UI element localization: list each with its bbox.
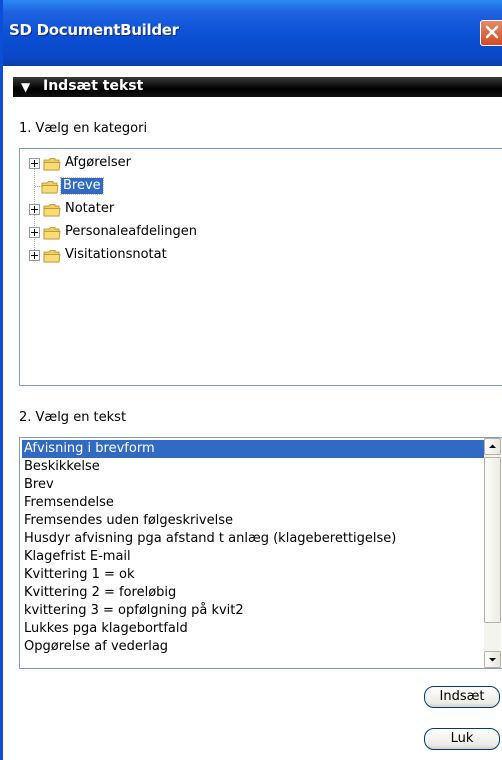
list-item[interactable]: Husdyr afvisning pga afstand t anlæg (kl… xyxy=(22,530,485,548)
scroll-down-button[interactable] xyxy=(484,651,501,668)
list-item[interactable]: Kvittering 2 = foreløbig xyxy=(22,584,485,602)
tree-item[interactable]: Breve xyxy=(29,177,104,195)
folder-icon xyxy=(43,248,61,263)
close-icon xyxy=(485,25,499,39)
list-item[interactable]: Brev xyxy=(22,476,485,494)
tree-item-label[interactable]: Breve xyxy=(60,177,104,195)
tree-item-label[interactable]: Personaleafdelingen xyxy=(63,224,199,240)
folder-icon xyxy=(41,179,59,194)
list-item[interactable]: Kvittering 1 = ok xyxy=(22,566,485,584)
expand-plus-icon[interactable] xyxy=(29,203,40,215)
list-item[interactable]: Fremsendes uden følgeskrivelse xyxy=(22,512,485,530)
insert-button[interactable]: Indsæt xyxy=(424,686,500,708)
list-item[interactable]: Fremsendelse xyxy=(22,494,485,512)
section-header-label: Indsæt tekst xyxy=(43,78,144,94)
list-item[interactable]: Lukkes pga klagebortfald xyxy=(22,620,485,638)
expand-plus-icon[interactable] xyxy=(29,249,40,261)
list-item[interactable]: kvittering 3 = opfølgning på kvit2 xyxy=(22,602,485,620)
scroll-up-button[interactable] xyxy=(484,438,501,455)
tree-item-label[interactable]: Visitationsnotat xyxy=(63,247,169,263)
tree-item-label[interactable]: Notater xyxy=(63,201,116,217)
collapse-triangle-icon[interactable]: ▼ xyxy=(21,80,30,94)
expand-plus-icon[interactable] xyxy=(29,157,40,169)
tree-item[interactable]: Visitationsnotat xyxy=(29,246,169,264)
arrow-down-icon xyxy=(489,658,496,662)
list-item[interactable]: Afvisning i brevform xyxy=(22,440,485,458)
text-list-label: 2. Vælg en tekst xyxy=(19,410,127,425)
tree-item-label[interactable]: Afgørelser xyxy=(63,155,133,171)
vertical-scrollbar[interactable] xyxy=(484,438,501,668)
category-label: 1. Vælg en kategori xyxy=(19,121,148,136)
folder-icon xyxy=(43,202,61,217)
tree-item[interactable]: Personaleafdelingen xyxy=(29,223,199,241)
list-item[interactable]: Beskikkelse xyxy=(22,458,485,476)
text-listbox[interactable]: Afvisning i brevform Beskikkelse Brev Frems… xyxy=(19,437,502,669)
folder-icon xyxy=(43,225,61,240)
close-button[interactable]: Luk xyxy=(424,728,500,750)
list-item[interactable]: Opgørelse af vederlag xyxy=(22,638,485,656)
window-title: SD DocumentBuilder xyxy=(9,21,179,39)
title-bar[interactable]: SD DocumentBuilder xyxy=(0,0,502,66)
list-item[interactable]: Klagefrist E-mail xyxy=(22,548,485,566)
folder-icon xyxy=(43,156,61,171)
scroll-thumb[interactable] xyxy=(484,457,501,623)
category-tree[interactable]: Afgørelser Breve Notater Personaleafdelinge… xyxy=(19,148,502,386)
tree-item[interactable]: Afgørelser xyxy=(29,154,133,172)
expand-plus-icon[interactable] xyxy=(29,226,40,238)
tree-item[interactable]: Notater xyxy=(29,200,116,218)
close-window-button[interactable] xyxy=(480,20,502,46)
app-window: SD DocumentBuilder ▼ Indsæt tekst 1. Væl… xyxy=(0,0,502,760)
section-header[interactable]: ▼ Indsæt tekst xyxy=(13,77,502,97)
arrow-up-icon xyxy=(489,444,496,448)
